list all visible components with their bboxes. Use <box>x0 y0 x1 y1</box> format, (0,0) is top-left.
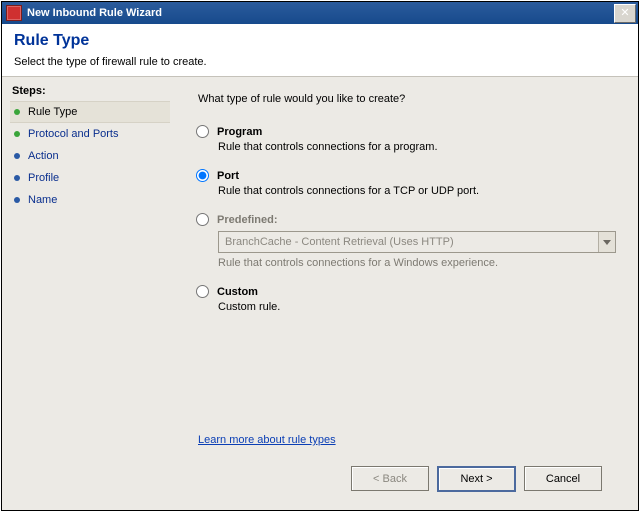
option-custom-desc: Custom rule. <box>218 301 616 313</box>
close-icon: ✕ <box>620 8 629 19</box>
option-program-desc: Rule that controls connections for a pro… <box>218 141 616 153</box>
predefined-combo-dropdown <box>598 232 615 252</box>
option-predefined-row[interactable]: Predefined: <box>196 213 616 226</box>
body: Steps: Rule Type Protocol and Ports Acti… <box>2 77 638 510</box>
next-button[interactable]: Next > <box>437 466 516 492</box>
steps-sidebar: Steps: Rule Type Protocol and Ports Acti… <box>2 77 170 510</box>
step-name[interactable]: Name <box>10 189 170 211</box>
option-port: Port Rule that controls connections for … <box>196 169 616 197</box>
option-custom-label: Custom <box>217 286 258 298</box>
page-subtitle: Select the type of firewall rule to crea… <box>14 56 626 68</box>
step-label: Rule Type <box>28 106 77 118</box>
option-program-label: Program <box>217 126 262 138</box>
step-label: Name <box>28 194 57 206</box>
cancel-button[interactable]: Cancel <box>524 466 602 491</box>
chevron-down-icon <box>603 240 611 245</box>
main-panel: What type of rule would you like to crea… <box>170 77 638 510</box>
option-predefined-label: Predefined: <box>217 214 278 226</box>
option-port-row[interactable]: Port <box>196 169 616 182</box>
step-bullet-icon <box>14 197 20 203</box>
firewall-icon <box>6 5 22 21</box>
step-bullet-icon <box>14 109 20 115</box>
option-port-desc: Rule that controls connections for a TCP… <box>218 185 616 197</box>
step-protocol-and-ports[interactable]: Protocol and Ports <box>10 123 170 145</box>
close-button[interactable]: ✕ <box>614 4 636 23</box>
predefined-combo: BranchCache - Content Retrieval (Uses HT… <box>218 231 616 253</box>
back-button: < Back <box>351 466 429 491</box>
option-custom-row[interactable]: Custom <box>196 285 616 298</box>
footer-buttons: < Back Next > Cancel <box>196 458 616 502</box>
step-rule-type[interactable]: Rule Type <box>10 101 170 123</box>
option-predefined: Predefined: BranchCache - Content Retrie… <box>196 213 616 269</box>
wizard-window: New Inbound Rule Wizard ✕ Rule Type Sele… <box>1 1 639 511</box>
option-custom: Custom Custom rule. <box>196 285 616 313</box>
window-title: New Inbound Rule Wizard <box>27 7 614 19</box>
radio-predefined[interactable] <box>196 213 209 226</box>
prompt-text: What type of rule would you like to crea… <box>198 93 616 105</box>
learn-more-link[interactable]: Learn more about rule types <box>198 434 616 446</box>
option-program: Program Rule that controls connections f… <box>196 125 616 153</box>
header: Rule Type Select the type of firewall ru… <box>2 24 638 77</box>
option-program-row[interactable]: Program <box>196 125 616 138</box>
predefined-combo-value: BranchCache - Content Retrieval (Uses HT… <box>219 236 598 248</box>
step-bullet-icon <box>14 153 20 159</box>
titlebar: New Inbound Rule Wizard ✕ <box>2 2 638 24</box>
step-bullet-icon <box>14 131 20 137</box>
radio-program[interactable] <box>196 125 209 138</box>
page-title: Rule Type <box>14 32 626 50</box>
step-label: Protocol and Ports <box>28 128 119 140</box>
step-profile[interactable]: Profile <box>10 167 170 189</box>
steps-heading: Steps: <box>12 85 168 97</box>
option-port-label: Port <box>217 170 239 182</box>
step-label: Profile <box>28 172 59 184</box>
step-bullet-icon <box>14 175 20 181</box>
step-label: Action <box>28 150 59 162</box>
radio-custom[interactable] <box>196 285 209 298</box>
option-predefined-desc: Rule that controls connections for a Win… <box>218 257 616 269</box>
step-action[interactable]: Action <box>10 145 170 167</box>
radio-port[interactable] <box>196 169 209 182</box>
